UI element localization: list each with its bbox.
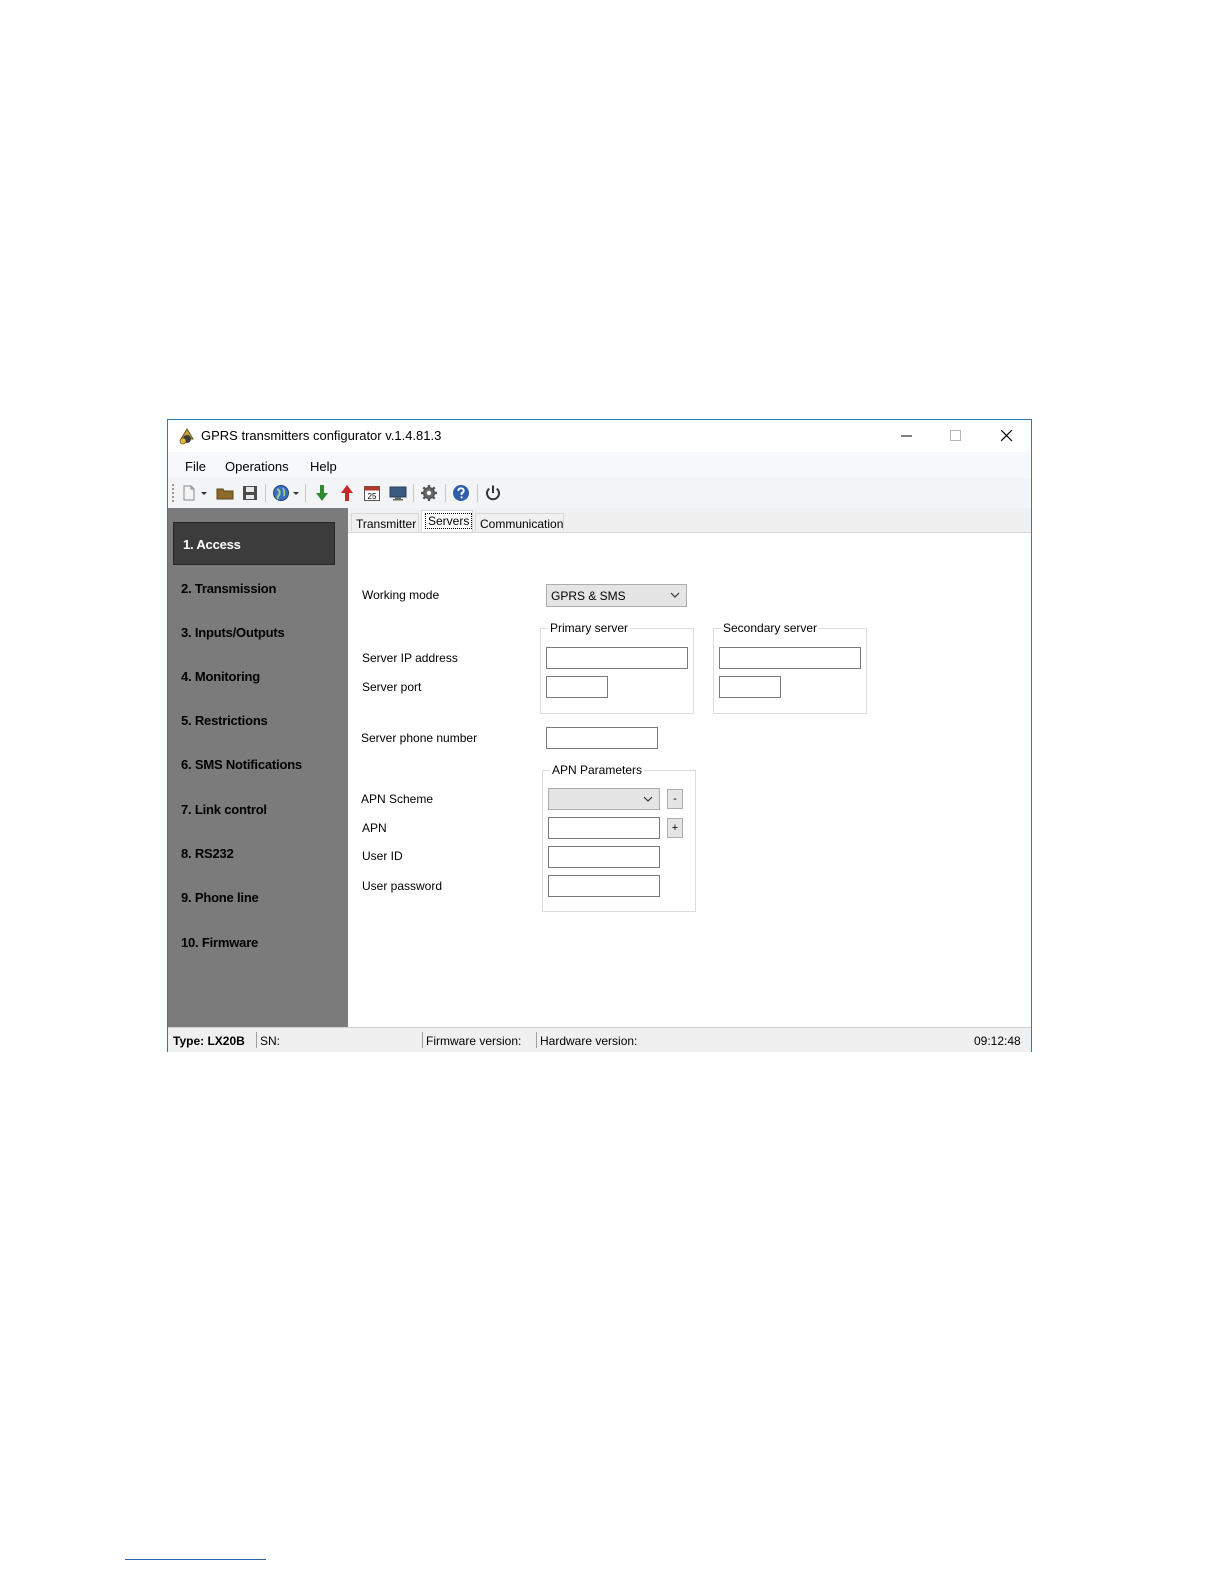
chevron-down-icon[interactable] xyxy=(200,484,208,502)
status-hardware: Hardware version: xyxy=(540,1034,638,1048)
chevron-down-icon[interactable] xyxy=(292,484,300,502)
primary-server-group: Primary server xyxy=(540,621,694,714)
status-bar: Type: LX20B SN: Firmware version: Hardwa… xyxy=(168,1027,1031,1052)
calendar-icon[interactable]: 25 xyxy=(363,484,381,502)
power-icon[interactable] xyxy=(484,484,502,502)
menu-bar: File Operations Help xyxy=(168,452,1031,478)
server-port-label: Server port xyxy=(362,680,422,694)
status-separator xyxy=(422,1032,423,1048)
user-id-label: User ID xyxy=(362,849,403,863)
status-separator xyxy=(256,1032,257,1048)
monitor-icon[interactable] xyxy=(389,484,407,502)
apn-input[interactable] xyxy=(548,817,660,839)
working-mode-label: Working mode xyxy=(362,588,440,602)
help-icon[interactable] xyxy=(452,484,470,502)
toolbar-separator xyxy=(413,484,414,502)
minimize-icon xyxy=(901,435,912,437)
upload-arrow-icon[interactable] xyxy=(338,484,356,502)
user-password-input[interactable] xyxy=(548,875,660,897)
primary-server-title: Primary server xyxy=(548,621,631,635)
gear-icon[interactable] xyxy=(420,484,438,502)
apn-scheme-select[interactable] xyxy=(548,788,660,810)
status-separator xyxy=(536,1032,537,1048)
open-folder-icon[interactable] xyxy=(216,484,234,502)
sidebar-nav: 1. Access 2. Transmission 3. Inputs/Outp… xyxy=(168,508,348,1027)
apn-scheme-label: APN Scheme xyxy=(361,792,434,806)
maximize-icon xyxy=(950,430,961,441)
toolbar-separator xyxy=(305,484,306,502)
sidebar-item-transmission[interactable]: 2. Transmission xyxy=(181,581,276,596)
menu-file[interactable]: File xyxy=(185,459,206,474)
working-mode-value: GPRS & SMS xyxy=(551,589,626,603)
title-bar: GPRS transmitters configurator v.1.4.81.… xyxy=(168,420,1031,452)
chevron-down-icon xyxy=(670,592,680,598)
close-icon xyxy=(1001,430,1013,442)
tab-strip: Transmitter Servers Communication xyxy=(348,508,1031,533)
status-firmware: Firmware version: xyxy=(426,1034,522,1048)
add-apn-button[interactable]: + xyxy=(667,818,683,838)
server-ip-label: Server IP address xyxy=(362,651,458,665)
secondary-server-title: Secondary server xyxy=(721,621,820,635)
server-phone-input[interactable] xyxy=(546,727,658,749)
svg-text:25: 25 xyxy=(368,492,377,501)
toolbar-separator xyxy=(265,484,266,502)
tab-label: Servers xyxy=(424,513,473,529)
toolbar-grip[interactable] xyxy=(172,484,174,502)
tab-communication[interactable]: Communication xyxy=(475,513,564,531)
sidebar-item-rs232[interactable]: 8. RS232 xyxy=(181,846,234,861)
app-logo-icon xyxy=(179,428,194,445)
chevron-down-icon xyxy=(643,796,653,802)
tab-label: Communication xyxy=(480,517,564,531)
secondary-ip-input[interactable] xyxy=(719,647,861,669)
apn-parameters-title: APN Parameters xyxy=(550,763,645,777)
primary-ip-input[interactable] xyxy=(546,647,688,669)
status-type: Type: LX20B xyxy=(173,1034,245,1048)
menu-operations[interactable]: Operations xyxy=(225,459,289,474)
sidebar-item-phone-line[interactable]: 9. Phone line xyxy=(181,890,259,905)
toolbar-separator xyxy=(445,484,446,502)
sidebar-item-inputs-outputs[interactable]: 3. Inputs/Outputs xyxy=(181,625,285,640)
window-title: GPRS transmitters configurator v.1.4.81.… xyxy=(201,428,442,443)
secondary-server-group: Secondary server xyxy=(713,621,867,714)
remove-apn-button[interactable]: - xyxy=(667,789,683,809)
secondary-port-input[interactable] xyxy=(719,676,781,698)
maximize-button[interactable] xyxy=(933,420,979,452)
apn-label: APN xyxy=(362,821,387,835)
sidebar-item-restrictions[interactable]: 5. Restrictions xyxy=(181,713,268,728)
footnote-rule xyxy=(125,1559,266,1560)
content-panel: Transmitter Servers Communication Workin… xyxy=(348,508,1031,1027)
save-icon[interactable] xyxy=(241,484,259,502)
sidebar-item-monitoring[interactable]: 4. Monitoring xyxy=(181,669,260,684)
tab-servers[interactable]: Servers xyxy=(421,510,473,532)
tab-label: Transmitter xyxy=(356,517,417,531)
menu-help[interactable]: Help xyxy=(310,459,337,474)
sidebar-item-link-control[interactable]: 7. Link control xyxy=(181,802,267,817)
sidebar-item-access[interactable]: 1. Access xyxy=(173,522,335,565)
user-id-input[interactable] xyxy=(548,846,660,868)
app-window: GPRS transmitters configurator v.1.4.81.… xyxy=(167,419,1032,1052)
tab-transmitter[interactable]: Transmitter xyxy=(351,513,419,531)
toolbar: 25 xyxy=(168,478,1031,509)
sidebar-item-firmware[interactable]: 10. Firmware xyxy=(181,935,258,950)
new-file-icon[interactable] xyxy=(180,484,198,502)
primary-port-input[interactable] xyxy=(546,676,608,698)
status-time: 09:12:48 xyxy=(974,1034,1021,1048)
working-mode-select[interactable]: GPRS & SMS xyxy=(546,584,687,607)
minimize-button[interactable] xyxy=(884,420,930,452)
close-button[interactable] xyxy=(984,420,1030,452)
sidebar-item-sms-notifications[interactable]: 6. SMS Notifications xyxy=(181,757,302,772)
user-password-label: User password xyxy=(362,879,443,893)
globe-icon[interactable] xyxy=(272,484,290,502)
server-phone-label: Server phone number xyxy=(361,731,478,745)
download-arrow-icon[interactable] xyxy=(313,484,331,502)
toolbar-separator xyxy=(477,484,478,502)
status-sn: SN: xyxy=(260,1034,281,1048)
